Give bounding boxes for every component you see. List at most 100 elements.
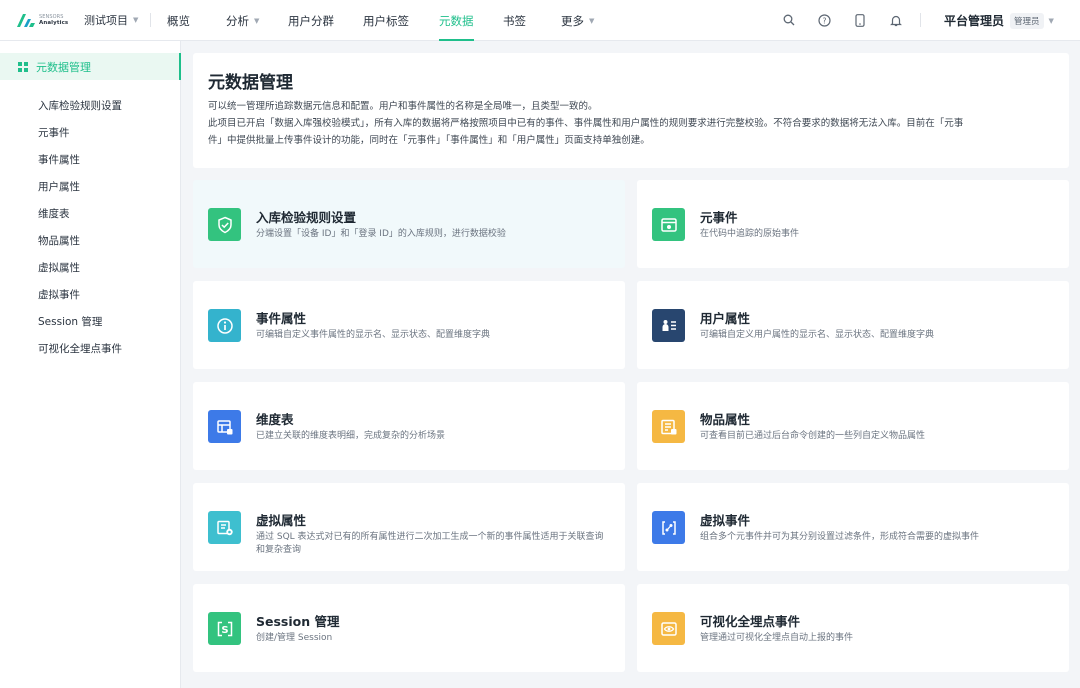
sidebar-item-ingest-rules[interactable]: 入库检验规则设置 (38, 92, 122, 119)
nav-item-bookmarks[interactable]: 书签 (503, 0, 526, 41)
sidebar-item-label: 物品属性 (38, 235, 80, 247)
chevron-down-icon: ▼ (254, 16, 260, 25)
bell-icon[interactable] (889, 13, 903, 27)
sidebar-item-label: 可视化全埋点事件 (38, 343, 122, 355)
card-title: 虚拟事件 (700, 513, 751, 528)
card-description: 可编辑自定义事件属性的显示名、显示状态、配置维度字典 (256, 330, 491, 340)
brand-mark-icon (16, 12, 36, 28)
sidebar-item-event-properties[interactable]: 事件属性 (38, 146, 122, 173)
mobile-icon[interactable] (853, 13, 867, 27)
nav-label: 用户标签 (363, 13, 409, 28)
card-event-properties[interactable]: 事件属性 可编辑自定义事件属性的显示名、显示状态、配置维度字典 (193, 281, 625, 369)
card-session[interactable]: S Session 管理 创建/管理 Session (193, 584, 625, 672)
brand-line2: Analytics (39, 20, 69, 26)
sidebar-title: 元数据管理 (36, 60, 91, 74)
card-title: 可视化全埋点事件 (700, 614, 801, 629)
nav-label: 用户分群 (288, 13, 334, 28)
sidebar-item-virtual-events[interactable]: 虚拟事件 (38, 281, 122, 308)
card-title: 用户属性 (700, 311, 751, 326)
sidebar-item-item-properties[interactable]: 物品属性 (38, 227, 122, 254)
sidebar-item-metadata-management[interactable]: 元数据管理 (0, 53, 181, 80)
sidebar-item-label: 维度表 (38, 208, 70, 220)
sidebar-item-label: 虚拟事件 (38, 289, 80, 301)
card-description: 创建/管理 Session (256, 633, 333, 643)
card-title: 元事件 (700, 210, 738, 225)
intro-line: 件」中提供批量上传事件设计的功能，同时在「元事件」「事件属性」和「用户属性」页面… (208, 135, 650, 146)
sidebar-item-label: 元事件 (38, 127, 70, 139)
project-name: 测试项目 (84, 14, 128, 27)
sidebar-item-meta-events[interactable]: 元事件 (38, 119, 122, 146)
virtual-property-icon (208, 511, 241, 544)
sidebar-item-label: 虚拟属性 (38, 262, 80, 274)
card-title: 事件属性 (256, 311, 307, 326)
card-virtual-events[interactable]: 虚拟事件 组合多个元事件并可为其分别设置过滤条件，形成符合需要的虚拟事件 (637, 483, 1069, 571)
sidebar-item-label: 事件属性 (38, 154, 80, 166)
card-user-properties[interactable]: 用户属性 可编辑自定义用户属性的显示名、显示状态、配置维度字典 (637, 281, 1069, 369)
card-title: Session 管理 (256, 614, 340, 629)
page-title: 元数据管理 (208, 73, 293, 93)
nav-label: 书签 (503, 13, 526, 28)
nav-item-overview[interactable]: 概览 (167, 0, 190, 41)
card-description: 在代码中追踪的原始事件 (700, 229, 800, 239)
svg-text:?: ? (822, 16, 826, 25)
sidebar-item-dimension-tables[interactable]: 维度表 (38, 200, 122, 227)
card-title: 维度表 (256, 412, 294, 427)
user-name: 平台管理员 (944, 14, 1005, 28)
sidebar-item-label: 入库检验规则设置 (38, 100, 122, 112)
chevron-down-icon: ▼ (1048, 16, 1054, 25)
help-icon[interactable]: ? (817, 13, 831, 27)
shield-check-icon (208, 208, 241, 241)
card-title: 物品属性 (700, 412, 751, 427)
intro-panel: 元数据管理 可以统一管理所追踪数据元信息和配置。用户和事件属性的名称是全局唯一，… (193, 53, 1069, 168)
sidebar-item-visual-tracking[interactable]: 可视化全埋点事件 (38, 335, 122, 362)
virtual-event-icon (652, 511, 685, 544)
nav-item-user-segments[interactable]: 用户分群 (288, 0, 334, 41)
chevron-down-icon: ▼ (133, 16, 139, 24)
intro-line: 可以统一管理所追踪数据元信息和配置。用户和事件属性的名称是全局唯一，且类型一致的… (208, 101, 598, 112)
card-description: 可查看目前已通过后台命令创建的一些列自定义物品属性 (700, 431, 926, 441)
project-switcher[interactable]: 测试项目 ▼ (84, 12, 140, 28)
card-ingest-rules[interactable]: 入库检验规则设置 分端设置「设备 ID」和「登录 ID」的入库规则，进行数据校验 (193, 180, 625, 268)
brand-logo[interactable]: SENSORS Analytics (16, 12, 72, 28)
card-virtual-properties[interactable]: 虚拟属性 通过 SQL 表达式对已有的所有属性进行二次加工生成一个新的事件属性适… (193, 483, 625, 571)
card-meta-events[interactable]: 元事件 在代码中追踪的原始事件 (637, 180, 1069, 268)
card-description: 已建立关联的维度表明细，完成复杂的分析场景 (256, 431, 446, 441)
nav-label: 元数据 (439, 13, 474, 28)
sidebar-item-user-properties[interactable]: 用户属性 (38, 173, 122, 200)
table-link-icon (208, 410, 241, 443)
card-item-properties[interactable]: 物品属性 可查看目前已通过后台命令创建的一些列自定义物品属性 (637, 382, 1069, 470)
card-visual-tracking[interactable]: 可视化全埋点事件 管理通过可视化全埋点自动上报的事件 (637, 584, 1069, 672)
nav-label: 概览 (167, 13, 190, 28)
brand-wordmark: SENSORS Analytics (39, 14, 68, 27)
card-title: 入库检验规则设置 (256, 210, 357, 225)
search-icon[interactable] (782, 13, 796, 27)
nav-item-user-tags[interactable]: 用户标签 (363, 0, 409, 41)
card-title: 虚拟属性 (256, 513, 307, 528)
user-menu[interactable]: 平台管理员 管理员 ▼ (944, 0, 1054, 41)
nav-item-metadata[interactable]: 元数据 (439, 0, 474, 41)
intro-line: 此项目已开启「数据入库强校验模式」，所有入库的数据将严格按照项目中已有的事件、事… (208, 118, 964, 129)
nav-label: 更多 (561, 13, 584, 28)
info-circle-icon (208, 309, 241, 342)
top-navigation-bar: SENSORS Analytics 测试项目 ▼ 概览 分析 ▼ 用户分群 用户… (0, 0, 1080, 41)
nav-item-analysis[interactable]: 分析 ▼ (226, 0, 259, 41)
app-root: SENSORS Analytics 测试项目 ▼ 概览 分析 ▼ 用户分群 用户… (0, 0, 1080, 688)
intro-description: 可以统一管理所追踪数据元信息和配置。用户和事件属性的名称是全局唯一，且类型一致的… (208, 98, 1053, 149)
item-list-icon (652, 410, 685, 443)
nav-divider (150, 13, 151, 27)
card-description: 分端设置「设备 ID」和「登录 ID」的入库规则，进行数据校验 (256, 229, 506, 239)
card-description: 组合多个元事件并可为其分别设置过滤条件，形成符合需要的虚拟事件 (700, 532, 980, 542)
nav-label: 分析 (226, 13, 249, 28)
sidebar-list: 入库检验规则设置 元事件 事件属性 用户属性 维度表 物品属性 虚拟属性 虚拟事… (38, 92, 122, 362)
role-badge: 管理员 (1010, 12, 1044, 29)
card-dimension-tables[interactable]: 维度表 已建立关联的维度表明细，完成复杂的分析场景 (193, 382, 625, 470)
sidebar-item-virtual-properties[interactable]: 虚拟属性 (38, 254, 122, 281)
grid-icon (18, 61, 28, 72)
sidebar-item-session[interactable]: Session 管理 (38, 308, 122, 335)
nav-item-more[interactable]: 更多 ▼ (561, 0, 594, 41)
card-description: 可编辑自定义用户属性的显示名、显示状态、配置维度字典 (700, 330, 935, 340)
nav-divider (920, 13, 921, 27)
event-window-icon (652, 208, 685, 241)
user-list-icon (652, 309, 685, 342)
chevron-down-icon: ▼ (589, 16, 595, 25)
